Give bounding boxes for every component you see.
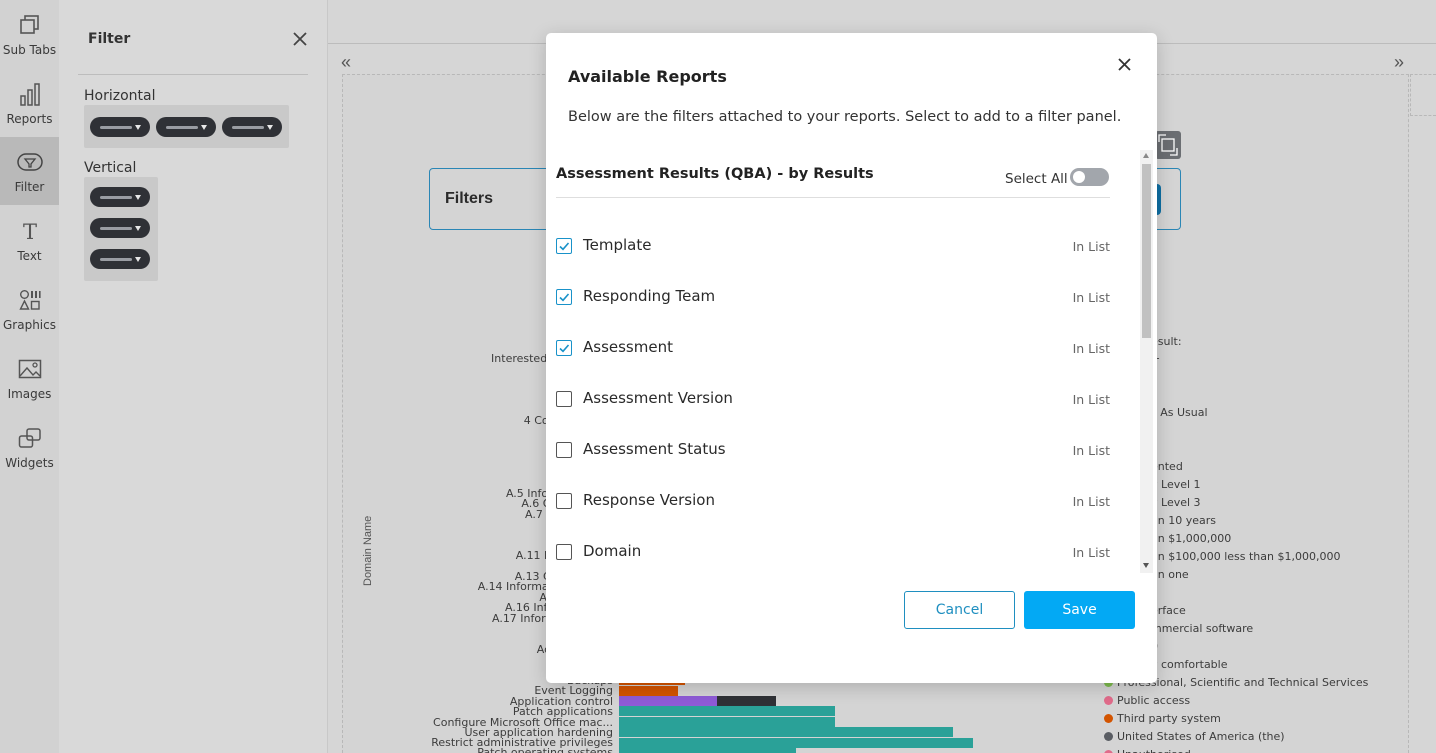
filter-row[interactable]: Response Version In List xyxy=(546,473,1148,524)
filter-row-label: Domain xyxy=(583,542,642,560)
close-icon[interactable] xyxy=(1116,56,1133,73)
checkbox[interactable] xyxy=(556,391,572,407)
filter-row-type: In List xyxy=(1072,239,1110,254)
filter-list: Assessment Results (QBA) - by Results Se… xyxy=(546,150,1148,573)
save-button[interactable]: Save xyxy=(1024,591,1135,629)
filter-row-label: Response Version xyxy=(583,491,715,509)
filter-row-type: In List xyxy=(1072,392,1110,407)
filter-row[interactable]: Assessment Status In List xyxy=(546,422,1148,473)
filter-row[interactable]: Domain In List xyxy=(546,524,1148,573)
scroll-up-icon[interactable] xyxy=(1143,153,1149,158)
filter-row-type: In List xyxy=(1072,443,1110,458)
report-group-title: Assessment Results (QBA) - by Results xyxy=(556,166,874,182)
checkbox[interactable] xyxy=(556,442,572,458)
filter-row[interactable]: Assessment Version In List xyxy=(546,371,1148,422)
filter-row-label: Assessment xyxy=(583,338,673,356)
select-all-toggle[interactable] xyxy=(1070,168,1109,186)
filter-row-type: In List xyxy=(1072,494,1110,509)
filter-row[interactable]: Template In List xyxy=(546,218,1148,269)
checkbox-checked[interactable] xyxy=(556,238,572,254)
scroll-down-icon[interactable] xyxy=(1143,563,1149,568)
modal-description: Below are the filters attached to your r… xyxy=(568,109,1122,125)
checkbox-checked[interactable] xyxy=(556,340,572,356)
filter-row[interactable]: Responding Team In List xyxy=(546,269,1148,320)
scrollbar-thumb[interactable] xyxy=(1142,164,1151,338)
filter-row-type: In List xyxy=(1072,341,1110,356)
select-all-label: Select All xyxy=(1005,171,1068,187)
filter-row-label: Assessment Status xyxy=(583,440,726,458)
modal-title: Available Reports xyxy=(568,67,727,86)
available-reports-modal: Available Reports Below are the filters … xyxy=(546,33,1157,683)
filter-row[interactable]: Assessment In List xyxy=(546,320,1148,371)
divider xyxy=(556,197,1110,198)
checkbox[interactable] xyxy=(556,493,572,509)
filter-row-type: In List xyxy=(1072,290,1110,305)
check-icon xyxy=(559,344,570,353)
check-icon xyxy=(559,242,570,251)
filter-row-label: Assessment Version xyxy=(583,389,733,407)
filter-row-label: Responding Team xyxy=(583,287,716,305)
checkbox-checked[interactable] xyxy=(556,289,572,305)
toggle-knob xyxy=(1073,171,1085,183)
filter-row-label: Template xyxy=(583,236,652,254)
cancel-button[interactable]: Cancel xyxy=(904,591,1015,629)
checkbox[interactable] xyxy=(556,544,572,560)
filter-row-type: In List xyxy=(1072,545,1110,560)
check-icon xyxy=(559,293,570,302)
